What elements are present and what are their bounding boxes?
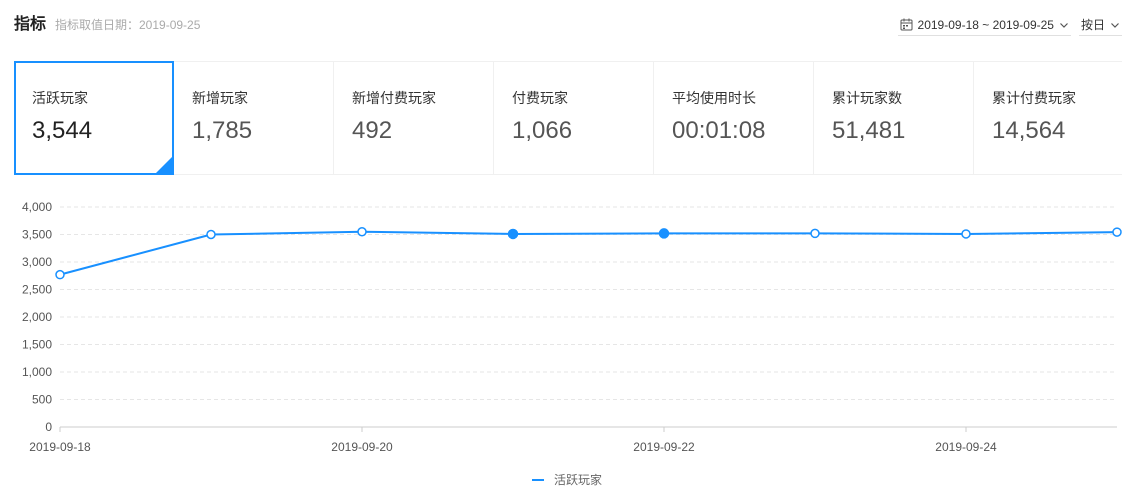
metric-value: 1,785 <box>192 117 253 144</box>
y-tick-label: 3,000 <box>22 255 52 269</box>
metrics-dashboard: 指标 指标取值日期：2019-09-25 2019-09-18 ~ 2019-0… <box>0 0 1131 504</box>
chart-container: 0 500 1,000 1,500 2,000 2,500 3,000 3,500 4,000 … <box>0 190 1131 504</box>
chart-x-axis: 2019-09-18 2019-09-20 2019-09-22 2019-09-24 <box>29 426 1117 454</box>
active-players-line-chart: 05001,0001,5002,0002,5003,0003,5004,000 … <box>22 200 1122 487</box>
metric-value: 492 <box>352 117 393 144</box>
data-point[interactable] <box>658 228 670 239</box>
metric-card-active-players[interactable]: 活跃玩家 3,544 <box>14 61 174 175</box>
metric-card-total-paying-players[interactable]: 累计付费玩家 14,564 <box>974 61 1122 175</box>
metric-value: 51,481 <box>832 117 906 144</box>
header-controls: 2019-09-18 ~ 2019-09-25 按日 <box>897 14 1122 36</box>
metric-value: 1,066 <box>512 117 573 144</box>
y-tick-label: 500 <box>32 393 52 407</box>
chevron-down-icon <box>1110 20 1120 30</box>
granularity-select[interactable]: 按日 <box>1078 14 1122 36</box>
metric-label: 新增玩家 <box>192 90 248 106</box>
data-point[interactable] <box>961 229 971 239</box>
x-tick-label: 2019-09-18 <box>29 440 91 454</box>
data-point[interactable] <box>507 228 519 240</box>
metric-date-note: 指标取值日期：2019-09-25 <box>55 18 201 32</box>
metric-card-new-paying-players[interactable]: 新增付费玩家 492 <box>334 61 494 175</box>
metric-value: 3,544 <box>32 117 93 144</box>
x-tick-label: 2019-09-24 <box>935 440 997 454</box>
chart-gridlines <box>60 206 1117 400</box>
metric-label: 平均使用时长 <box>672 90 756 106</box>
metric-card-new-players[interactable]: 新增玩家 1,785 <box>174 61 334 175</box>
legend-label: 活跃玩家 <box>554 472 602 487</box>
metric-value: 00:01:08 <box>672 117 766 144</box>
metric-label: 付费玩家 <box>512 90 568 106</box>
chevron-down-icon <box>1059 20 1069 30</box>
data-point[interactable] <box>810 228 820 239</box>
y-tick-label: 2,000 <box>22 310 52 324</box>
chart-legend-item[interactable]: 活跃玩家 <box>532 472 602 487</box>
chart-y-axis: 0 500 1,000 1,500 2,000 2,500 3,000 3,500 4,000 <box>22 200 52 434</box>
y-tick-label: 1,500 <box>22 338 52 352</box>
metric-value: 14,564 <box>992 117 1066 144</box>
chart-series <box>55 227 1122 280</box>
series-line <box>59 230 1118 276</box>
metric-card-paying-players[interactable]: 付费玩家 1,066 <box>494 61 654 175</box>
data-point[interactable] <box>55 269 65 280</box>
selected-corner-marker <box>156 157 172 173</box>
x-tick-label: 2019-09-20 <box>331 440 393 454</box>
metric-cards: 活跃玩家 3,544 新增玩家 1,785 新增付费玩家 492 付费玩家 1,… <box>14 61 1122 175</box>
page-title: 指标 <box>14 16 47 33</box>
y-tick-label: 3,500 <box>22 228 52 242</box>
y-tick-label: 1,000 <box>22 365 52 379</box>
metric-label: 累计付费玩家 <box>992 90 1076 106</box>
x-tick-label: 2019-09-22 <box>633 440 695 454</box>
calendar-icon <box>900 18 913 31</box>
metric-card-avg-usage-time[interactable]: 平均使用时长 00:01:08 <box>654 61 814 175</box>
data-point[interactable] <box>357 227 367 237</box>
date-range-picker[interactable]: 2019-09-18 ~ 2019-09-25 <box>897 14 1071 36</box>
y-tick-label: 4,000 <box>22 200 52 214</box>
metric-card-total-players[interactable]: 累计玩家数 51,481 <box>814 61 974 175</box>
metric-label: 累计玩家数 <box>832 90 902 106</box>
y-tick-label: 0 <box>45 420 52 434</box>
date-range-text: 2019-09-18 ~ 2019-09-25 <box>917 17 1054 32</box>
metric-label: 新增付费玩家 <box>352 90 436 106</box>
data-point[interactable] <box>1112 227 1122 237</box>
y-tick-label: 2,500 <box>22 283 52 297</box>
data-point[interactable] <box>206 229 216 240</box>
metric-label: 活跃玩家 <box>32 90 88 106</box>
granularity-text: 按日 <box>1080 18 1105 32</box>
